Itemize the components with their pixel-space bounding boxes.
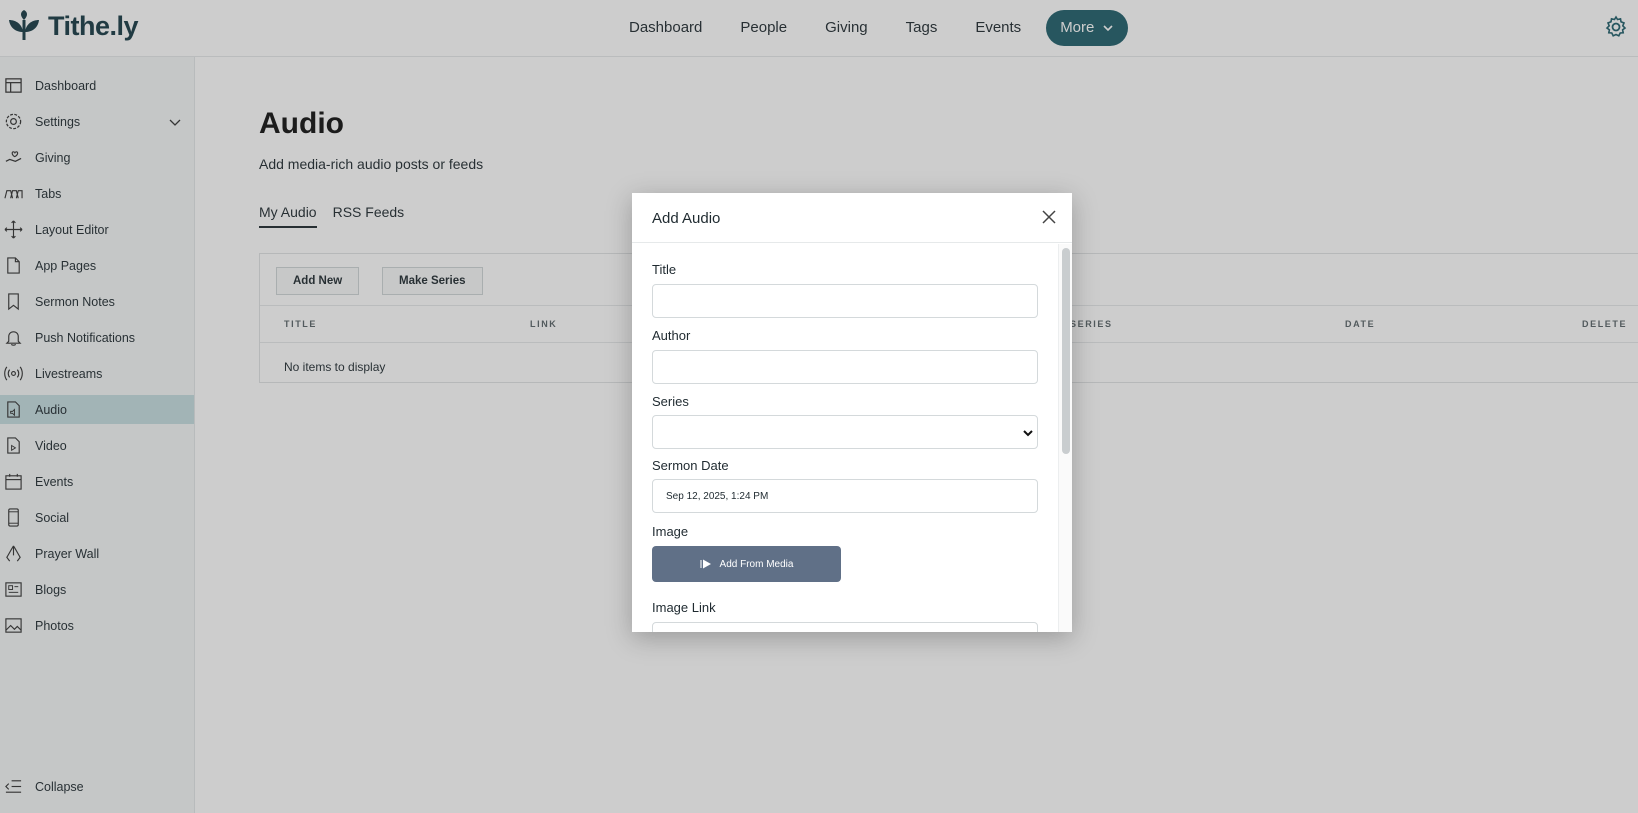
title-label: Title [652, 262, 677, 277]
close-icon[interactable] [1042, 210, 1056, 224]
image-link-label: Image Link [652, 600, 716, 615]
image-link-input[interactable] [652, 622, 1038, 632]
modal-header: Add Audio [632, 193, 1072, 243]
author-label: Author [652, 328, 691, 343]
series-select[interactable] [652, 415, 1038, 449]
add-audio-modal: Add Audio Title Author Series Sermon Dat… [632, 193, 1072, 632]
modal-body: Title Author Series Sermon Date Sep 12, … [632, 244, 1056, 632]
add-from-media-button[interactable]: Add From Media [652, 546, 841, 582]
modal-title: Add Audio [652, 210, 721, 227]
modal-scrollbar-thumb[interactable] [1062, 248, 1070, 454]
title-input[interactable] [652, 284, 1038, 318]
add-from-media-label: Add From Media [719, 558, 794, 570]
sermon-date-input[interactable]: Sep 12, 2025, 1:24 PM [652, 479, 1038, 513]
author-input[interactable] [652, 350, 1038, 384]
play-icon [700, 559, 711, 569]
series-label: Series [652, 394, 689, 409]
sermon-date-label: Sermon Date [652, 458, 729, 473]
chevron-down-icon [1023, 430, 1033, 437]
image-label: Image [652, 524, 689, 539]
